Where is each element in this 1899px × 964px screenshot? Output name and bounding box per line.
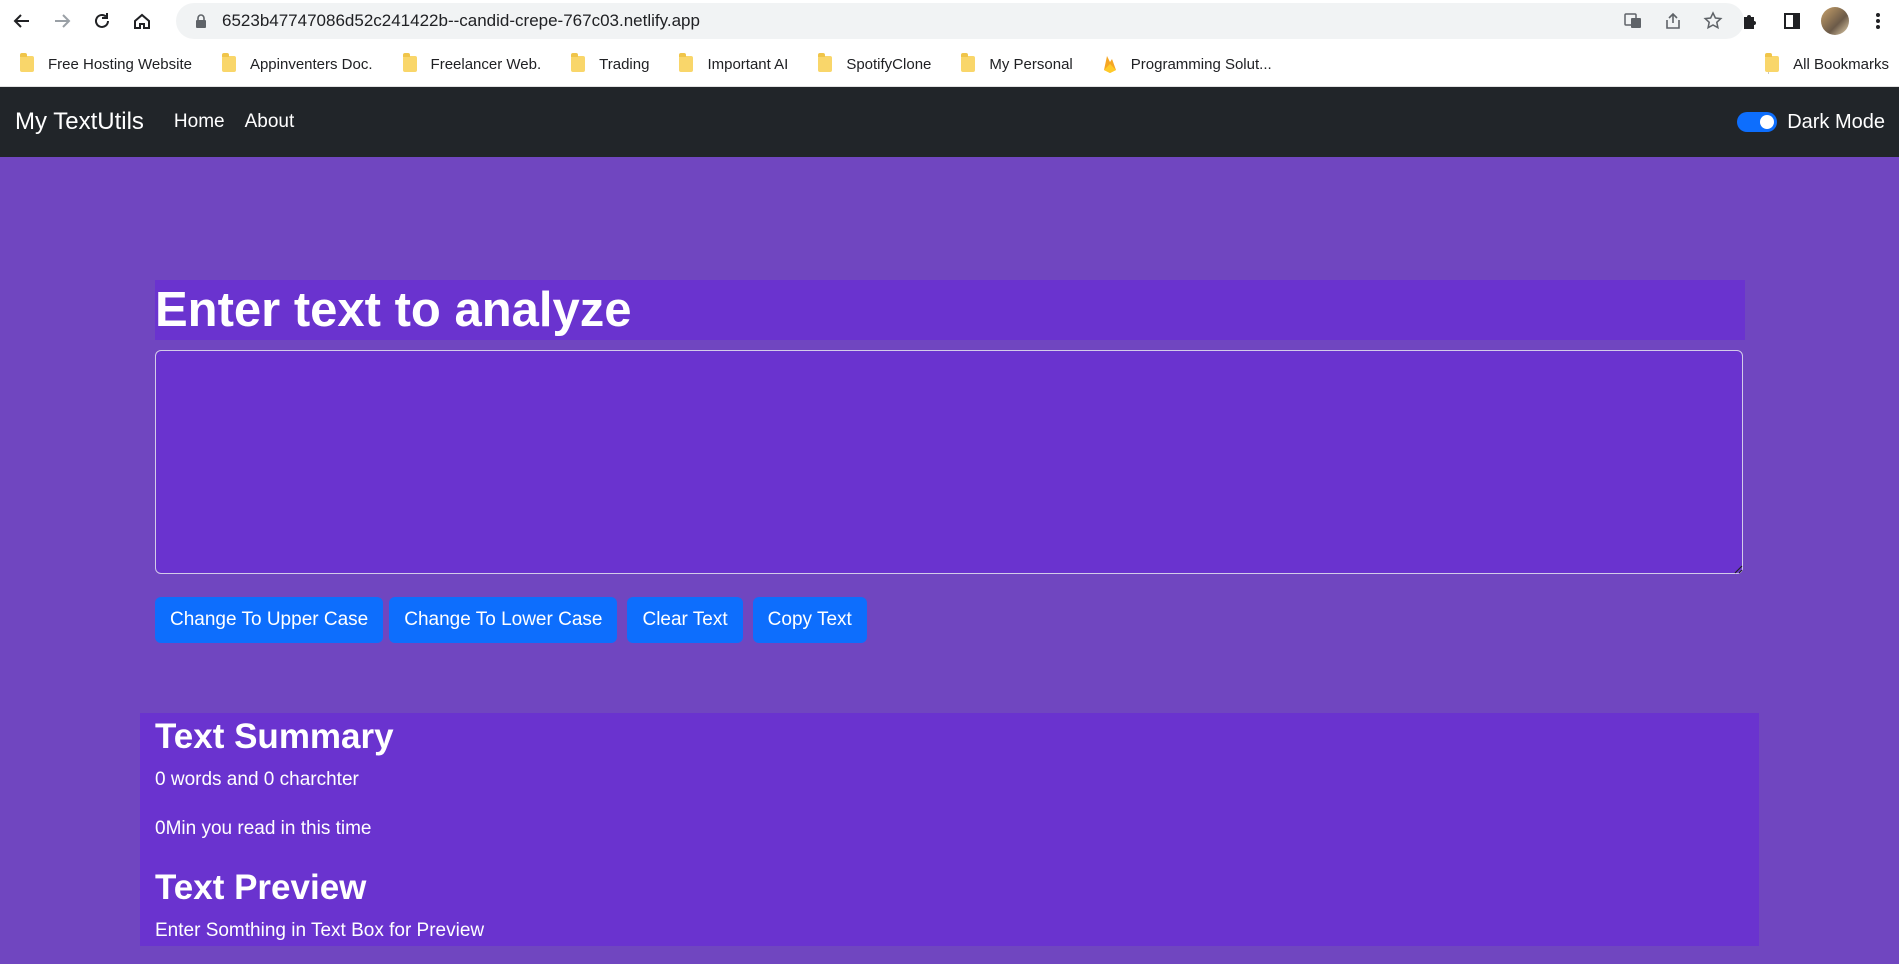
bookmark-star-icon[interactable] bbox=[1700, 8, 1726, 34]
url-text: 6523b47747086d52c241422b--candid-crepe-7… bbox=[222, 11, 700, 30]
bookmark-item[interactable]: Programming Solut... bbox=[1103, 55, 1272, 73]
folder-icon bbox=[402, 53, 417, 72]
app-navbar: My TextUtils Home About Dark Mode bbox=[0, 87, 1899, 157]
lowercase-button[interactable]: Change To Lower Case bbox=[389, 597, 618, 643]
bookmark-item[interactable]: My Personal bbox=[961, 53, 1073, 73]
nav-link-about[interactable]: About bbox=[245, 111, 295, 133]
folder-icon bbox=[679, 53, 694, 72]
reload-icon[interactable] bbox=[84, 3, 120, 39]
preview-title: Text Preview bbox=[155, 868, 367, 907]
bookmark-item[interactable]: Trading bbox=[571, 53, 649, 73]
text-input[interactable] bbox=[155, 350, 1743, 574]
menu-kebab-icon[interactable] bbox=[1865, 8, 1891, 34]
folder-icon bbox=[1765, 53, 1780, 72]
home-icon[interactable] bbox=[124, 3, 160, 39]
nav-link-home[interactable]: Home bbox=[174, 111, 225, 133]
dark-mode-label: Dark Mode bbox=[1787, 110, 1885, 133]
translate-icon[interactable] bbox=[1620, 8, 1646, 34]
bookmarks-bar: Free Hosting Website Appinventers Doc. F… bbox=[0, 42, 1899, 87]
dark-mode-toggle-group: Dark Mode bbox=[1737, 87, 1885, 157]
forward-icon[interactable] bbox=[44, 3, 80, 39]
folder-icon bbox=[818, 53, 833, 72]
bookmark-item[interactable]: Important AI bbox=[679, 53, 788, 73]
bookmark-item[interactable]: Appinventers Doc. bbox=[221, 53, 373, 73]
extensions-icon[interactable] bbox=[1737, 8, 1763, 34]
action-buttons: Change To Upper Case Change To Lower Cas… bbox=[155, 597, 873, 643]
summary-panel: Text Summary 0 words and 0 charchter 0Mi… bbox=[140, 713, 1759, 946]
bookmark-item[interactable]: Freelancer Web. bbox=[402, 53, 541, 73]
bookmark-item[interactable]: SpotifyClone bbox=[818, 53, 931, 73]
page-title: Enter text to analyze bbox=[155, 283, 632, 337]
address-bar[interactable]: 6523b47747086d52c241422b--candid-crepe-7… bbox=[176, 3, 1744, 39]
preview-text: Enter Somthing in Text Box for Preview bbox=[155, 920, 485, 941]
all-bookmarks[interactable]: All Bookmarks bbox=[1765, 42, 1889, 86]
side-panel-icon[interactable] bbox=[1779, 8, 1805, 34]
bookmark-item[interactable]: Free Hosting Website bbox=[20, 53, 192, 73]
copy-text-button[interactable]: Copy Text bbox=[752, 597, 867, 643]
uppercase-button[interactable]: Change To Upper Case bbox=[155, 597, 384, 643]
profile-avatar[interactable] bbox=[1821, 7, 1849, 35]
share-icon[interactable] bbox=[1660, 8, 1686, 34]
firebase-icon bbox=[1103, 55, 1117, 73]
word-count: 0 words and 0 charchter bbox=[155, 769, 359, 790]
clear-text-button[interactable]: Clear Text bbox=[627, 597, 743, 643]
read-time: 0Min you read in this time bbox=[155, 818, 372, 839]
browser-toolbar: 6523b47747086d52c241422b--candid-crepe-7… bbox=[0, 0, 1899, 42]
folder-icon bbox=[20, 53, 34, 72]
lock-icon bbox=[192, 14, 210, 28]
dark-mode-switch[interactable] bbox=[1737, 112, 1778, 132]
folder-icon bbox=[961, 53, 976, 72]
heading-container: Enter text to analyze bbox=[155, 280, 1745, 340]
folder-icon bbox=[571, 53, 586, 72]
summary-title: Text Summary bbox=[155, 717, 394, 756]
navbar-brand[interactable]: My TextUtils bbox=[15, 108, 144, 136]
folder-icon bbox=[221, 53, 236, 72]
resize-handle-icon[interactable] bbox=[1733, 564, 1743, 574]
back-icon[interactable] bbox=[4, 3, 40, 39]
